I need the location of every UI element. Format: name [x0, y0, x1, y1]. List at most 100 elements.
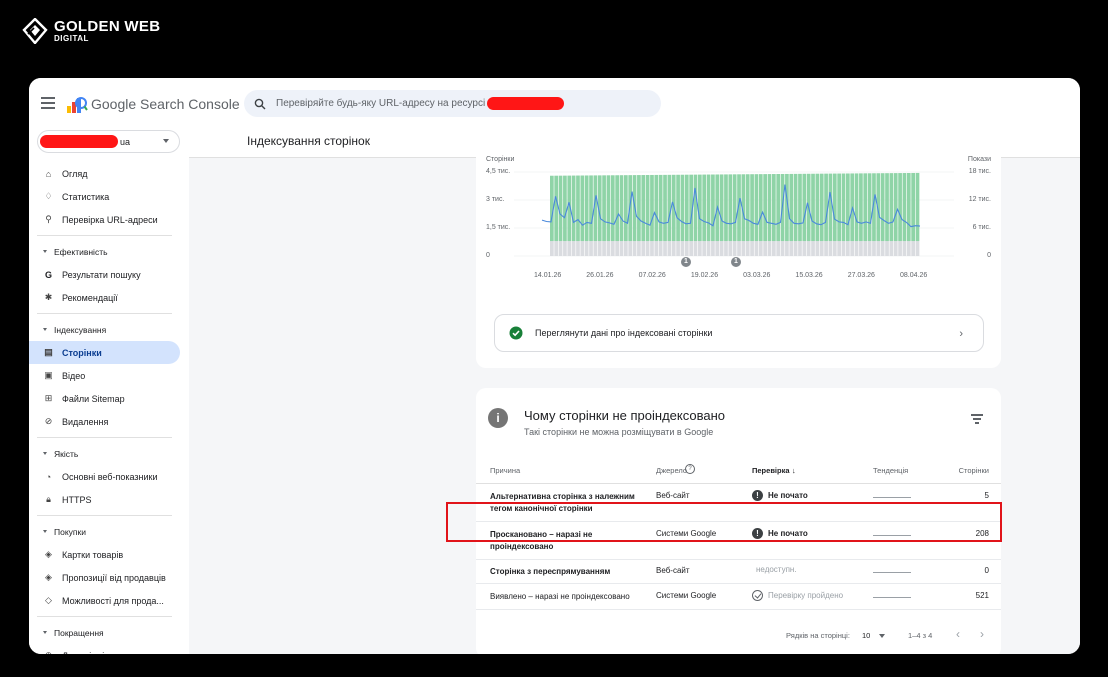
sidebar-item[interactable]: G Результати пошуку: [29, 263, 189, 286]
bar-not-indexed: [589, 241, 593, 256]
url-inspect-search[interactable]: Перевіряйте будь-яку URL-адресу на ресур…: [244, 90, 661, 117]
rows-per-page-caret-icon[interactable]: [879, 634, 885, 638]
bar-indexed: [693, 174, 698, 242]
sidebar-item[interactable]: ◈ Пропозиції від продавців: [29, 566, 189, 589]
sidebar-item-label: Можливості для прода...: [62, 595, 164, 606]
annotation-marker[interactable]: 1: [731, 257, 741, 267]
google-g-icon: G: [44, 269, 52, 280]
col-trend[interactable]: Тенденція: [873, 466, 908, 475]
bar-indexed: [584, 175, 589, 242]
col-reason[interactable]: Причина: [490, 466, 520, 475]
sidebar-item[interactable]: ⊕ Допоміжні посилання: [29, 644, 189, 654]
bar-indexed: [841, 173, 846, 242]
sidebar-item[interactable]: ◔ Основні веб-показники: [29, 465, 189, 488]
sidebar-section[interactable]: Покращення: [29, 621, 189, 644]
bar-indexed: [776, 174, 781, 242]
sidebar-item[interactable]: ▣ Відео: [29, 364, 189, 387]
bar-not-indexed: [824, 241, 828, 256]
sidebar-section-label: Покупки: [54, 526, 86, 537]
table-row[interactable]: Виявлено – наразі не проіндексовано Систе…: [476, 584, 1001, 610]
bar-not-indexed: [667, 241, 672, 256]
sidebar-item[interactable]: 🔒︎ HTTPS: [29, 488, 189, 511]
sidebar-section[interactable]: Покупки: [29, 520, 189, 543]
col-pages[interactable]: Сторінки: [959, 466, 989, 475]
sidebar-divider: [37, 616, 172, 617]
pages-cell: 5: [984, 491, 989, 500]
sidebar-item-label: HTTPS: [62, 494, 92, 505]
col-check[interactable]: Перевірка: [752, 466, 790, 475]
sidebar-item[interactable]: ♢ Статистика: [29, 185, 189, 208]
x-tick-label: 19.02.26: [690, 272, 719, 279]
bar-not-indexed: [628, 241, 633, 256]
redacted-domain: [487, 97, 565, 110]
sidebar-divider: [37, 437, 172, 438]
bar-not-indexed: [580, 241, 585, 256]
help-icon[interactable]: ?: [685, 464, 695, 474]
bar-not-indexed: [811, 241, 815, 256]
main-content: Індексування сторінок Сторінки Покази Пе…: [189, 130, 1080, 654]
sidebar-section[interactable]: Ефективність: [29, 240, 189, 263]
bar-indexed: [606, 175, 611, 242]
sidebar-item[interactable]: ◈ Картки товарів: [29, 543, 189, 566]
bar-indexed: [610, 175, 615, 242]
next-page-icon[interactable]: ›: [980, 627, 984, 641]
sidebar-section[interactable]: Якість: [29, 442, 189, 465]
bar-indexed: [558, 175, 563, 242]
bar-indexed: [563, 175, 567, 242]
sort-arrow-down-icon[interactable]: ↓: [792, 466, 796, 475]
hamburger-menu-icon[interactable]: [41, 97, 55, 109]
annotation-marker[interactable]: 1: [681, 257, 691, 267]
bar-not-indexed: [658, 241, 663, 256]
bar-indexed: [798, 173, 802, 242]
sidebar-item[interactable]: ⊞ Файли Sitemap: [29, 387, 189, 410]
bar-not-indexed: [737, 241, 741, 256]
bar-indexed: [837, 173, 841, 242]
bar-not-indexed: [693, 241, 698, 256]
bar-not-indexed: [597, 241, 602, 256]
pages-icon: ▤: [44, 347, 53, 357]
prev-page-icon[interactable]: ‹: [956, 627, 960, 641]
check-status-label: Не почато: [768, 491, 808, 500]
bar-indexed: [885, 173, 889, 242]
bar-not-indexed: [885, 241, 889, 256]
bar-not-indexed: [859, 241, 863, 256]
rows-per-page-label: Рядків на сторінці:: [786, 631, 850, 640]
sidebar-item[interactable]: ◇ Можливості для прода...: [29, 589, 189, 612]
bar-not-indexed: [602, 241, 606, 256]
bar-not-indexed: [663, 241, 667, 256]
bar-indexed: [819, 173, 824, 242]
bar-not-indexed: [650, 241, 654, 256]
source-cell: Веб-сайт: [656, 566, 690, 575]
bar-not-indexed: [619, 241, 624, 256]
bar-not-indexed: [641, 241, 646, 256]
bar-not-indexed: [906, 241, 911, 256]
table-row[interactable]: Сторінка з переспрямуванням Веб-сайт недос…: [476, 560, 1001, 584]
bar-not-indexed: [867, 241, 872, 256]
bar-not-indexed: [728, 241, 733, 256]
col-source[interactable]: Джерело: [656, 466, 687, 475]
sidebar-item[interactable]: ✱ Рекомендації: [29, 286, 189, 309]
caret-down-icon: [43, 530, 47, 533]
bar-indexed: [893, 173, 898, 242]
sidebar-item[interactable]: ⊘ Видалення: [29, 410, 189, 433]
bar-not-indexed: [750, 241, 754, 256]
bar-indexed: [554, 175, 559, 242]
sidebar-item-label: Картки товарів: [62, 549, 124, 560]
sidebar-item[interactable]: ▤ Сторінки: [29, 341, 180, 364]
pages-cell: 521: [975, 591, 989, 600]
redacted-property: [40, 135, 118, 148]
filter-icon[interactable]: [971, 414, 983, 424]
sidebar: ua ⌂ Огляд ♢ Статистика ⚲ Перевірка URL-адрес…: [29, 130, 189, 654]
rows-per-page-select[interactable]: 10: [862, 631, 870, 640]
bar-indexed: [815, 173, 820, 242]
pagination-range: 1–4 з 4: [908, 631, 933, 640]
sidebar-item[interactable]: ⚲ Перевірка URL-адреси: [29, 208, 189, 231]
bar-not-indexed: [876, 241, 881, 256]
highlight-box: [446, 502, 1002, 542]
sidebar-section[interactable]: Індексування: [29, 318, 189, 341]
view-indexed-pages-link[interactable]: Переглянути дані про індексовані сторінк…: [494, 314, 984, 352]
property-selector[interactable]: ua: [37, 130, 180, 153]
bar-indexed: [650, 174, 654, 242]
bar-not-indexed: [571, 241, 576, 256]
sidebar-item[interactable]: ⌂ Огляд: [29, 162, 189, 185]
